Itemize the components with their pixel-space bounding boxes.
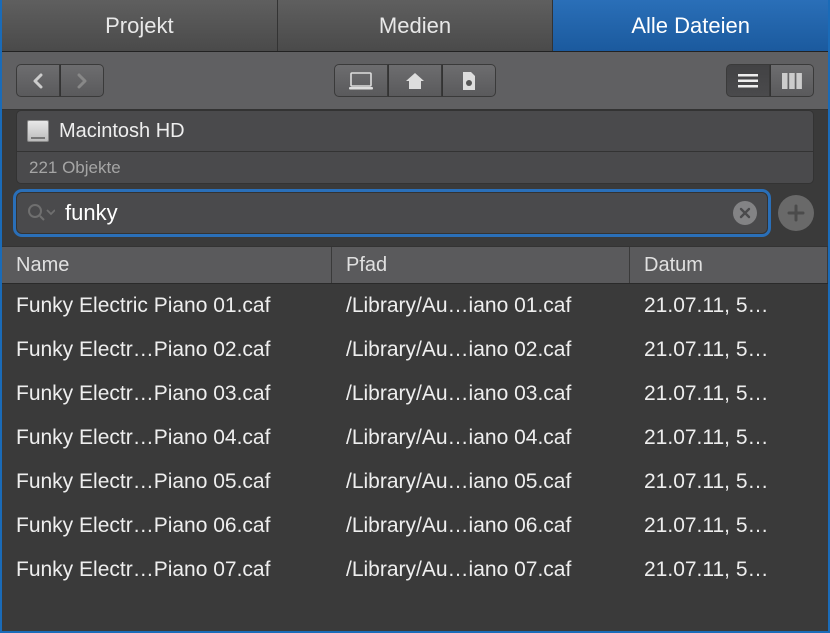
cell-name: Funky Electr…Piano 06.caf (2, 514, 332, 538)
list-icon (738, 74, 758, 88)
table-row[interactable]: Funky Electric Piano 01.caf/Library/Au…i… (2, 284, 828, 328)
cell-path: /Library/Au…iano 02.caf (332, 338, 630, 362)
home-button[interactable] (388, 64, 442, 97)
column-header-date[interactable]: Datum (630, 247, 828, 283)
project-button[interactable] (442, 64, 496, 97)
cell-date: 21.07.11, 5… (630, 294, 828, 318)
cell-date: 21.07.11, 5… (630, 470, 828, 494)
computer-button[interactable] (334, 64, 388, 97)
cell-name: Funky Electr…Piano 05.caf (2, 470, 332, 494)
table-row[interactable]: Funky Electr…Piano 03.caf/Library/Au…ian… (2, 372, 828, 416)
toolbar (2, 52, 828, 110)
file-table: Name Pfad Datum Funky Electric Piano 01.… (2, 246, 828, 592)
cell-name: Funky Electr…Piano 03.caf (2, 382, 332, 406)
search-icon (27, 203, 55, 223)
tab-alle-dateien[interactable]: Alle Dateien (553, 0, 828, 51)
forward-button[interactable] (60, 64, 104, 97)
columns-icon (782, 73, 802, 89)
table-row[interactable]: Funky Electr…Piano 02.caf/Library/Au…ian… (2, 328, 828, 372)
cell-date: 21.07.11, 5… (630, 382, 828, 406)
search-field[interactable] (16, 192, 768, 234)
computer-icon (349, 72, 373, 90)
chevron-left-icon (32, 73, 44, 89)
drive-icon (27, 120, 49, 142)
cell-path: /Library/Au…iano 06.caf (332, 514, 630, 538)
search-row (2, 184, 828, 246)
document-icon (461, 71, 477, 91)
cell-name: Funky Electric Piano 01.caf (2, 294, 332, 318)
column-view-button[interactable] (770, 64, 814, 97)
cell-path: /Library/Au…iano 05.caf (332, 470, 630, 494)
plus-icon (787, 204, 805, 222)
table-body: Funky Electric Piano 01.caf/Library/Au…i… (2, 284, 828, 592)
table-row[interactable]: Funky Electr…Piano 05.caf/Library/Au…ian… (2, 460, 828, 504)
location-buttons (334, 64, 496, 97)
cell-name: Funky Electr…Piano 07.caf (2, 558, 332, 582)
nav-buttons (16, 64, 104, 97)
close-icon (739, 207, 751, 219)
cell-date: 21.07.11, 5… (630, 514, 828, 538)
tab-bar: Projekt Medien Alle Dateien (2, 0, 828, 52)
table-row[interactable]: Funky Electr…Piano 06.caf/Library/Au…ian… (2, 504, 828, 548)
add-filter-button[interactable] (778, 195, 814, 231)
column-header-name[interactable]: Name (2, 247, 332, 283)
home-icon (404, 71, 426, 91)
list-view-button[interactable] (726, 64, 770, 97)
cell-name: Funky Electr…Piano 04.caf (2, 426, 332, 450)
cell-date: 21.07.11, 5… (630, 338, 828, 362)
view-buttons (726, 64, 814, 97)
cell-date: 21.07.11, 5… (630, 426, 828, 450)
cell-path: /Library/Au…iano 04.caf (332, 426, 630, 450)
table-header: Name Pfad Datum (2, 246, 828, 284)
chevron-right-icon (76, 73, 88, 89)
cell-path: /Library/Au…iano 07.caf (332, 558, 630, 582)
cell-name: Funky Electr…Piano 02.caf (2, 338, 332, 362)
tab-medien[interactable]: Medien (278, 0, 554, 51)
table-row[interactable]: Funky Electr…Piano 07.caf/Library/Au…ian… (2, 548, 828, 592)
table-row[interactable]: Funky Electr…Piano 04.caf/Library/Au…ian… (2, 416, 828, 460)
search-input[interactable] (65, 200, 723, 226)
location-bar[interactable]: Macintosh HD (16, 110, 814, 152)
tab-projekt[interactable]: Projekt (2, 0, 278, 51)
cell-date: 21.07.11, 5… (630, 558, 828, 582)
column-header-path[interactable]: Pfad (332, 247, 630, 283)
cell-path: /Library/Au…iano 03.caf (332, 382, 630, 406)
cell-path: /Library/Au…iano 01.caf (332, 294, 630, 318)
item-count: 221 Objekte (16, 152, 814, 184)
back-button[interactable] (16, 64, 60, 97)
location-name: Macintosh HD (59, 120, 185, 143)
clear-search-button[interactable] (733, 201, 757, 225)
